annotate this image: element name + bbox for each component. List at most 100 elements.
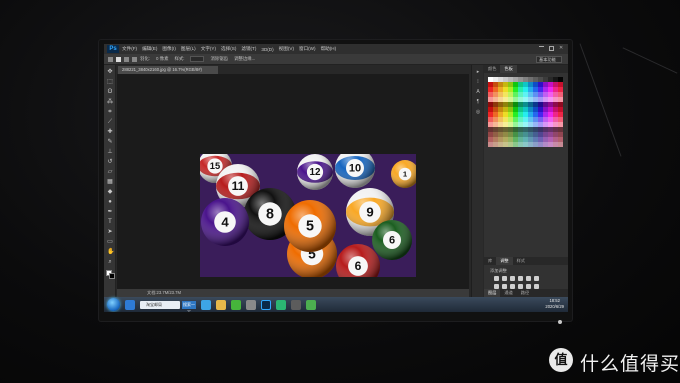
feather-input[interactable]: 0 像素 bbox=[156, 56, 168, 62]
eraser-tool-icon[interactable]: ▱ bbox=[107, 169, 113, 175]
background-color-swatch[interactable] bbox=[109, 273, 115, 279]
blur-tool-icon[interactable]: ◆ bbox=[107, 189, 113, 195]
levels-icon[interactable] bbox=[502, 276, 507, 281]
workspace-select[interactable]: 基本功能 bbox=[536, 56, 562, 63]
ball-number: 4 bbox=[221, 214, 229, 229]
ball-number: 15 bbox=[210, 161, 220, 171]
minimize-button[interactable] bbox=[539, 46, 544, 51]
character-panel-icon[interactable]: A bbox=[475, 89, 481, 95]
crop-tool-icon[interactable]: ⌗ bbox=[107, 109, 113, 115]
brush-tool-icon[interactable]: ✎ bbox=[107, 139, 113, 145]
magic-wand-tool-icon[interactable]: ⁂ bbox=[107, 99, 113, 105]
start-button[interactable] bbox=[107, 298, 120, 311]
pen-tool-icon[interactable]: ✒ bbox=[107, 209, 113, 215]
billiard-ball: 12 bbox=[297, 154, 333, 190]
menu-edit[interactable]: 编辑(E) bbox=[142, 46, 157, 52]
tab-libraries[interactable]: 库 bbox=[484, 257, 496, 265]
stamp-tool-icon[interactable]: ⊥ bbox=[107, 149, 113, 155]
move-tool-icon[interactable]: ✥ bbox=[107, 69, 113, 75]
app-icon[interactable] bbox=[291, 299, 301, 310]
feather-label: 羽化: bbox=[140, 56, 151, 61]
menu-filter[interactable]: 滤镜(T) bbox=[241, 46, 256, 52]
tools-panel: ✥ ⬚ ʘ ⁂ ⌗ ⟋ ✚ ✎ ⊥ ↺ ▱ ▦ ◆ ● ✒ T ➤ ▭ ✋ ⌕ bbox=[104, 65, 116, 297]
dodge-tool-icon[interactable]: ● bbox=[107, 199, 113, 205]
zdm-logo-icon: 值 bbox=[549, 348, 573, 372]
menu-layer[interactable]: 图层(L) bbox=[181, 46, 196, 52]
hand-tool-icon[interactable]: ✋ bbox=[107, 249, 114, 255]
new-selection-icon[interactable] bbox=[116, 56, 121, 62]
menu-select[interactable]: 选择(S) bbox=[221, 46, 236, 52]
canvas-area[interactable]: 15 11 12 10 8 4 9 6 5 5 6 1 bbox=[117, 74, 469, 289]
tab-adjustments[interactable]: 调整 bbox=[496, 257, 513, 265]
path-select-tool-icon[interactable]: ➤ bbox=[107, 229, 113, 235]
antialias-checkbox[interactable]: 消除锯齿 bbox=[210, 56, 228, 62]
power-indicator-icon bbox=[558, 320, 562, 324]
gradient-tool-icon[interactable]: ▦ bbox=[107, 179, 113, 185]
vibrance-icon[interactable] bbox=[526, 276, 531, 281]
billiard-ball: 4 bbox=[201, 198, 249, 246]
billiard-balls-photo: 151112 1084965561 bbox=[200, 154, 416, 277]
player-icon[interactable] bbox=[276, 299, 286, 310]
monitor-screen: Ps 文件(F) 编辑(E) 图像(I) 图层(L) 文字(Y) 选择(S) 滤… bbox=[104, 44, 568, 312]
ball-number: 10 bbox=[349, 163, 361, 175]
system-clock[interactable]: 18:52 2020/6/29 bbox=[545, 298, 564, 310]
eyedropper-tool-icon[interactable]: ⟋ bbox=[107, 119, 113, 125]
ball-number: 11 bbox=[232, 179, 245, 193]
ball-number: 12 bbox=[310, 167, 321, 178]
brush-panel-icon[interactable]: ¶ bbox=[475, 99, 481, 105]
healing-tool-icon[interactable]: ✚ bbox=[107, 129, 113, 135]
refine-edge-button[interactable]: 调整边缘... bbox=[234, 56, 255, 62]
photoshop-logo: Ps bbox=[107, 45, 119, 53]
wechat-icon[interactable] bbox=[231, 299, 241, 310]
address-bar[interactable]: 淘宝邮局 bbox=[140, 300, 180, 309]
tab-swatches[interactable]: 色板 bbox=[500, 65, 517, 73]
brightness-icon[interactable] bbox=[494, 276, 499, 281]
type-tool-icon[interactable]: T bbox=[107, 219, 113, 225]
ball-number: 1 bbox=[403, 170, 408, 179]
add-selection-icon[interactable] bbox=[124, 56, 129, 62]
curves-icon[interactable] bbox=[510, 276, 515, 281]
windows-taskbar: 淘宝邮局 搜索一下 18:52 2020/6/29 bbox=[104, 297, 568, 312]
maximize-button[interactable] bbox=[549, 46, 554, 51]
options-bar: 羽化: 0 像素 样式: 消除锯齿 调整边缘... 基本功能 bbox=[104, 54, 568, 65]
adjust-panel-icon[interactable]: ⁞ bbox=[475, 79, 481, 85]
style-select[interactable] bbox=[190, 56, 205, 62]
triangle-icon[interactable] bbox=[534, 276, 539, 281]
shape-tool-icon[interactable]: ▭ bbox=[107, 239, 113, 245]
browser-icon[interactable] bbox=[125, 299, 135, 310]
info-panel-icon[interactable]: ◎ bbox=[475, 109, 481, 115]
menu-window[interactable]: 窗口(W) bbox=[299, 46, 316, 52]
document-tab[interactable]: 288221_3840x2160.jpg @ 16.7%(RGB/8#) bbox=[118, 66, 218, 74]
layers-panel-tabs: 图层 通道 路径 bbox=[484, 289, 568, 297]
swatches-grid[interactable] bbox=[488, 77, 564, 159]
marquee-tool-icon[interactable]: ⬚ bbox=[107, 79, 113, 85]
tab-styles[interactable]: 样式 bbox=[513, 257, 529, 265]
tool-icon[interactable] bbox=[306, 299, 316, 310]
menu-type[interactable]: 文字(Y) bbox=[201, 46, 216, 52]
search-button[interactable]: 搜索一下 bbox=[182, 300, 196, 312]
ball-number: 5 bbox=[306, 219, 314, 235]
tab-channels[interactable]: 通道 bbox=[500, 289, 516, 297]
history-panel-icon[interactable]: ▸ bbox=[475, 69, 481, 75]
lasso-tool-icon[interactable]: ʘ bbox=[107, 89, 113, 95]
menu-3d[interactable]: 3D(D) bbox=[261, 47, 273, 52]
photoshop-task-icon[interactable] bbox=[261, 299, 271, 310]
tab-layers[interactable]: 图层 bbox=[484, 289, 501, 297]
menu-file[interactable]: 文件(F) bbox=[122, 46, 137, 52]
marquee-tool-icon[interactable] bbox=[108, 56, 113, 62]
ie-icon[interactable] bbox=[201, 299, 211, 310]
menu-image[interactable]: 图像(I) bbox=[162, 46, 176, 52]
panel-dock-strip: ▸ ⁞ A ¶ ◎ bbox=[471, 65, 483, 297]
menu-view[interactable]: 视图(V) bbox=[279, 46, 294, 52]
history-brush-icon[interactable]: ↺ bbox=[107, 159, 113, 165]
media-icon[interactable] bbox=[246, 299, 256, 310]
color-swatch[interactable] bbox=[558, 142, 563, 147]
menu-help[interactable]: 帮助(H) bbox=[321, 46, 337, 52]
exposure-icon[interactable] bbox=[518, 276, 523, 281]
zoom-tool-icon[interactable]: ⌕ bbox=[107, 259, 113, 265]
tab-paths[interactable]: 路径 bbox=[517, 289, 533, 297]
subtract-selection-icon[interactable] bbox=[132, 56, 137, 62]
close-button[interactable]: ✕ bbox=[559, 46, 564, 51]
folder-icon[interactable] bbox=[216, 299, 226, 310]
tab-color[interactable]: 颜色 bbox=[484, 65, 500, 73]
